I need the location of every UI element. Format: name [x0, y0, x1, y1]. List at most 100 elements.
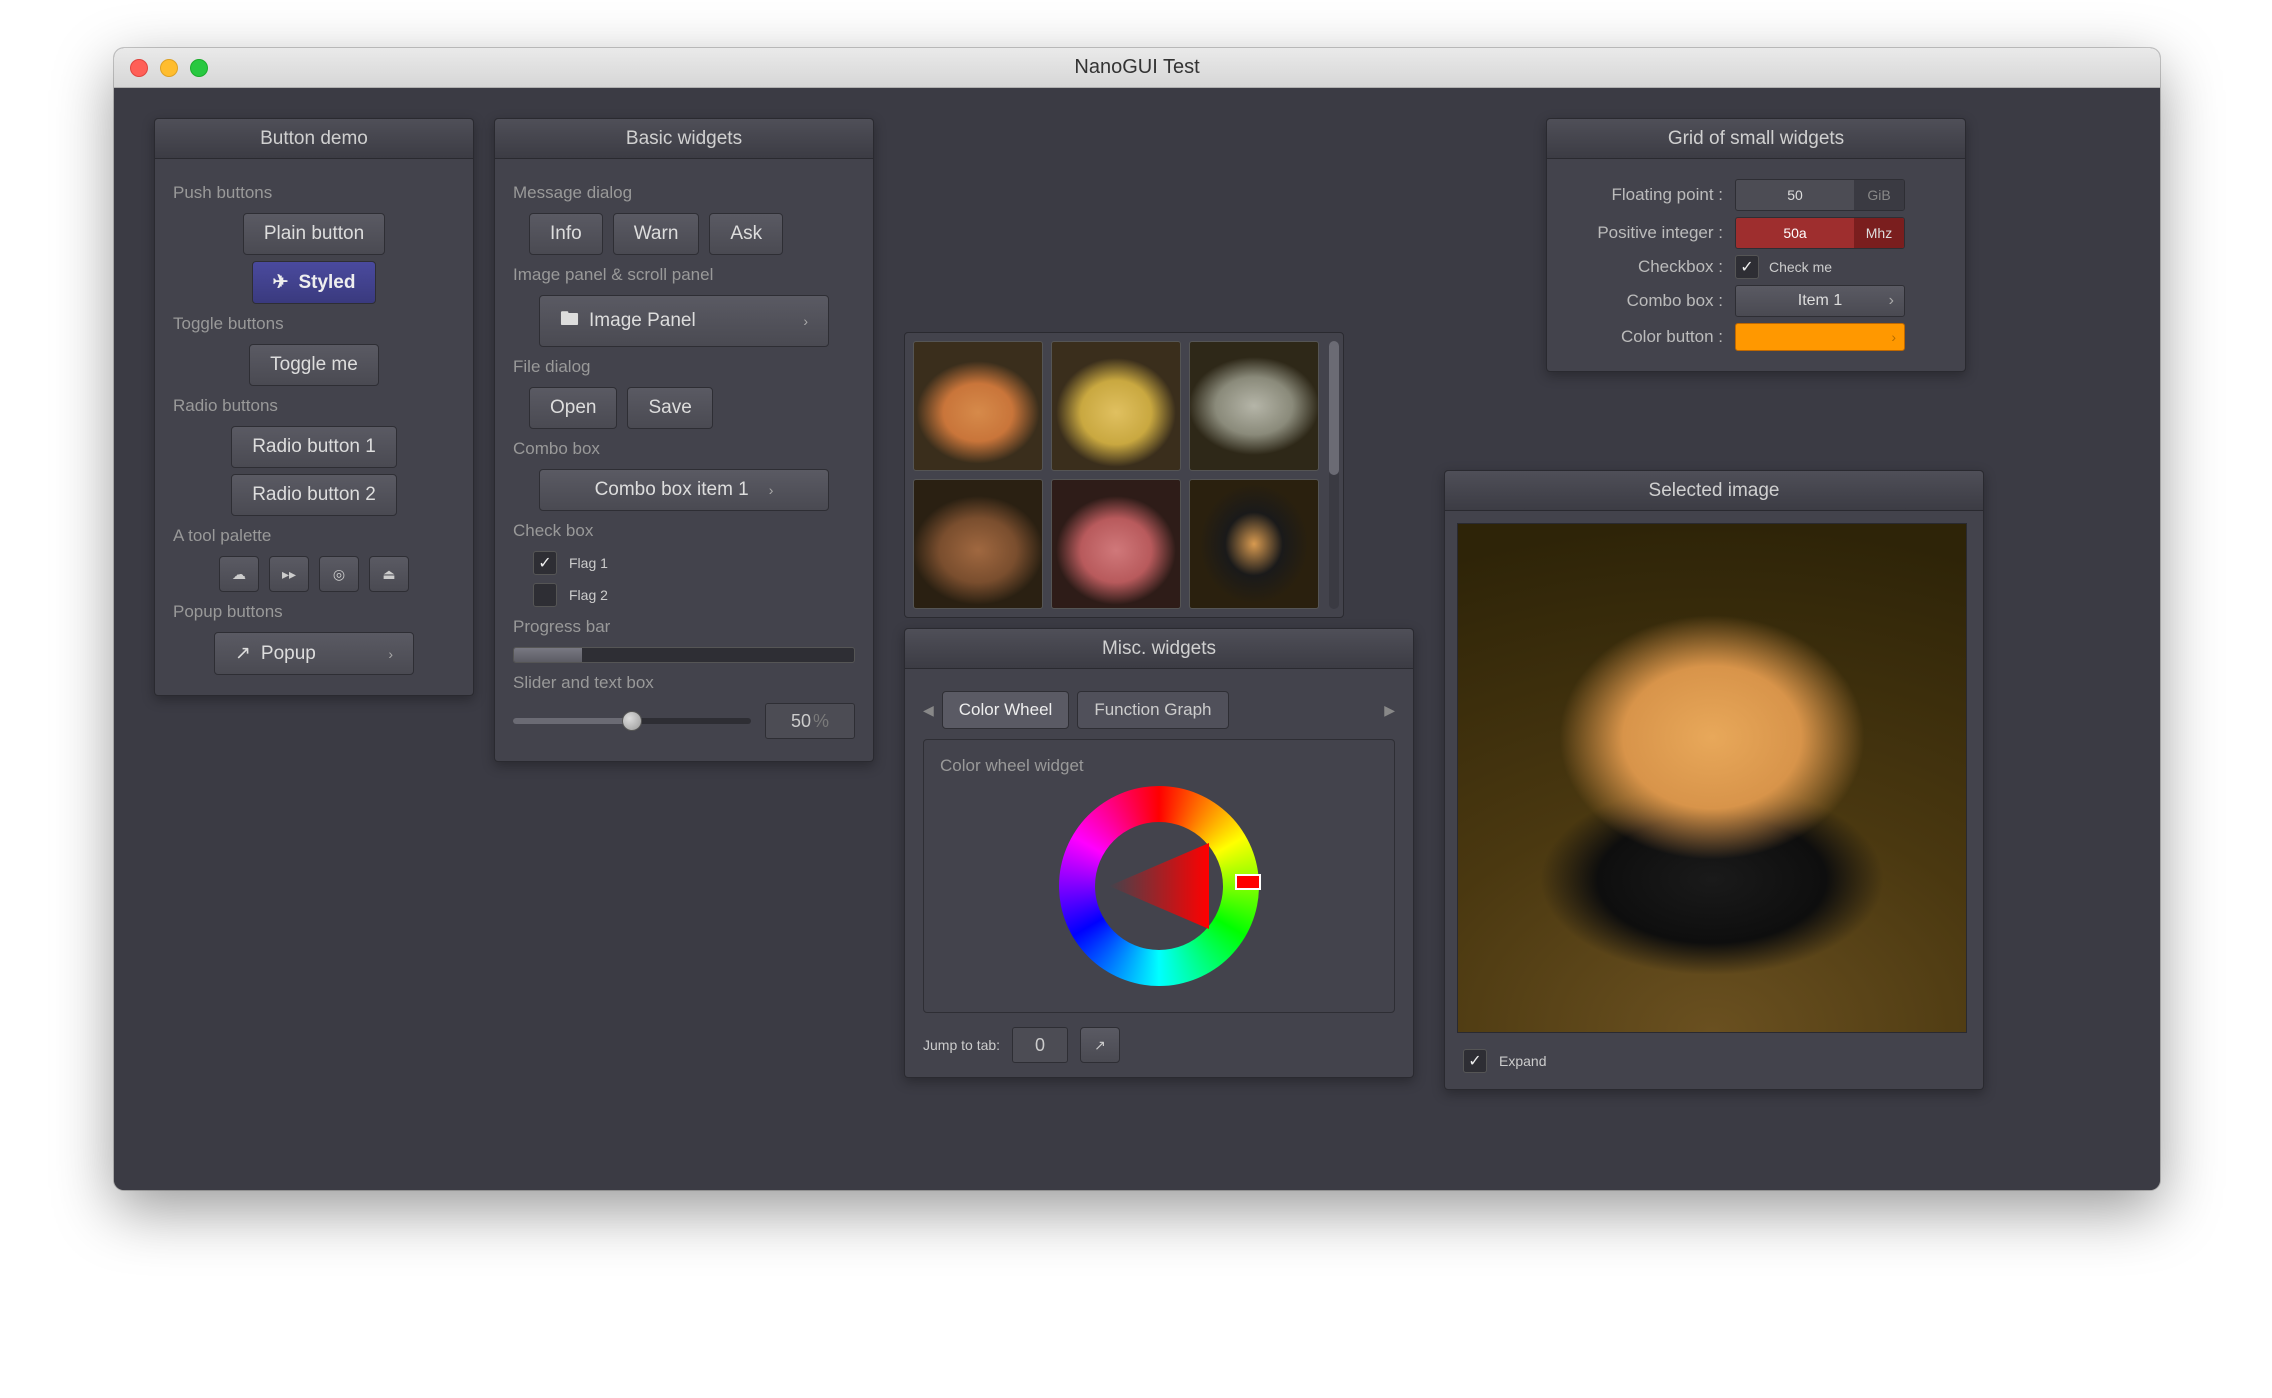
- cloud-icon[interactable]: ☁: [219, 556, 259, 592]
- image-thumbnail[interactable]: [913, 479, 1043, 609]
- expand-checkbox[interactable]: ✓: [1463, 1049, 1487, 1073]
- int-value: 50a: [1736, 218, 1854, 248]
- popup-buttons-label: Popup buttons: [173, 602, 455, 622]
- jump-tab-input[interactable]: 0: [1012, 1027, 1068, 1063]
- panel-title[interactable]: Selected image: [1445, 471, 1983, 511]
- panel-grid-widgets: Grid of small widgets Floating point : 5…: [1546, 118, 1966, 372]
- grid-combo-value: Item 1: [1798, 292, 1842, 310]
- image-panel-label: Image panel & scroll panel: [513, 265, 855, 285]
- progress-bar: [513, 647, 855, 663]
- export-icon: ↗: [235, 642, 251, 665]
- chevron-right-icon: ›: [783, 313, 808, 329]
- checkmark-icon: ✓: [533, 551, 557, 575]
- checkbox-empty-icon: [533, 583, 557, 607]
- image-panel-button[interactable]: 🖿Image Panel›: [539, 295, 829, 347]
- selected-image[interactable]: [1457, 523, 1967, 1033]
- tab-function-graph[interactable]: Function Graph: [1077, 691, 1228, 729]
- progress-fill: [514, 648, 582, 662]
- grid-checkbox[interactable]: ✓: [1735, 255, 1759, 279]
- popup-button[interactable]: ↗Popup›: [214, 632, 414, 675]
- image-thumbnail[interactable]: [1051, 479, 1181, 609]
- jump-tab-value: 0: [1035, 1035, 1045, 1056]
- image-thumbnail[interactable]: [1051, 341, 1181, 471]
- color-wheel-label: Color wheel widget: [940, 756, 1378, 776]
- image-popup: [904, 332, 1344, 618]
- info-button[interactable]: Info: [529, 213, 603, 255]
- int-unit: Mhz: [1854, 218, 1904, 248]
- checkbox-label: Checkbox :: [1565, 257, 1735, 277]
- tool-palette-label: A tool palette: [173, 526, 455, 546]
- combo-box-value: Combo box item 1: [595, 479, 749, 501]
- grid-combo[interactable]: Item 1: [1735, 285, 1905, 317]
- slider-value: 50: [791, 711, 811, 732]
- jump-go-button[interactable]: ↗: [1080, 1027, 1120, 1063]
- float-input[interactable]: 50GiB: [1735, 179, 1905, 211]
- file-dialog-label: File dialog: [513, 357, 855, 377]
- slider[interactable]: [513, 718, 751, 724]
- int-input[interactable]: 50aMhz: [1735, 217, 1905, 249]
- image-panel-button-label: Image Panel: [589, 310, 696, 332]
- int-label: Positive integer :: [1565, 223, 1735, 243]
- checkbox-flag1[interactable]: ✓ Flag 1: [533, 551, 855, 575]
- flag1-label: Flag 1: [569, 555, 608, 571]
- rocket-icon: ✈: [273, 271, 289, 294]
- slider-textbox[interactable]: 50%: [765, 703, 855, 739]
- warn-button[interactable]: Warn: [613, 213, 700, 255]
- float-unit: GiB: [1854, 180, 1904, 210]
- color-label: Color button :: [1565, 327, 1735, 347]
- image-thumbnail[interactable]: [913, 341, 1043, 471]
- scrollbar[interactable]: [1329, 341, 1339, 609]
- push-buttons-label: Push buttons: [173, 183, 455, 203]
- toggle-button[interactable]: Toggle me: [249, 344, 379, 386]
- tab-arrow-left-icon[interactable]: ◀: [923, 702, 934, 719]
- combo-box-label: Combo box: [513, 439, 855, 459]
- app-window: NanoGUI Test Button demo Push buttons Pl…: [114, 48, 2160, 1190]
- color-triangle[interactable]: [1109, 843, 1209, 929]
- slider-unit: %: [813, 711, 829, 732]
- content-area: Button demo Push buttons Plain button ✈S…: [114, 88, 2160, 1190]
- slider-label: Slider and text box: [513, 673, 855, 693]
- color-button[interactable]: ›: [1735, 323, 1905, 351]
- panel-title[interactable]: Misc. widgets: [905, 629, 1413, 669]
- titlebar[interactable]: NanoGUI Test: [114, 48, 2160, 88]
- slider-fill: [513, 718, 632, 724]
- combo-box[interactable]: Combo box item 1 ›: [539, 469, 829, 511]
- compass-icon[interactable]: ◎: [319, 556, 359, 592]
- window-title: NanoGUI Test: [114, 56, 2160, 79]
- message-dialog-label: Message dialog: [513, 183, 855, 203]
- image-thumbnail[interactable]: [1189, 479, 1319, 609]
- styled-button[interactable]: ✈Styled: [252, 261, 377, 304]
- fast-forward-icon[interactable]: ▸▸: [269, 556, 309, 592]
- panel-title[interactable]: Button demo: [155, 119, 473, 159]
- check-box-label: Check box: [513, 521, 855, 541]
- open-button[interactable]: Open: [529, 387, 617, 429]
- float-value: 50: [1736, 180, 1854, 210]
- radio-button-2[interactable]: Radio button 2: [231, 474, 397, 516]
- color-wheel-marker[interactable]: [1235, 874, 1261, 890]
- grid-checkbox-text: Check me: [1769, 259, 1832, 275]
- chevron-right-icon: ›: [368, 646, 393, 662]
- color-wheel[interactable]: [1059, 786, 1259, 986]
- plain-button[interactable]: Plain button: [243, 213, 385, 255]
- scrollbar-thumb[interactable]: [1329, 341, 1339, 475]
- tab-color-wheel[interactable]: Color Wheel: [942, 691, 1070, 729]
- ask-button[interactable]: Ask: [709, 213, 783, 255]
- panel-title[interactable]: Grid of small widgets: [1547, 119, 1965, 159]
- install-icon[interactable]: ⏏: [369, 556, 409, 592]
- panel-button-demo: Button demo Push buttons Plain button ✈S…: [154, 118, 474, 696]
- slider-knob[interactable]: [622, 711, 642, 731]
- combo-label: Combo box :: [1565, 291, 1735, 311]
- save-button[interactable]: Save: [627, 387, 712, 429]
- checkbox-flag2[interactable]: Flag 2: [533, 583, 855, 607]
- progress-bar-label: Progress bar: [513, 617, 855, 637]
- flag2-label: Flag 2: [569, 587, 608, 603]
- panel-basic-widgets: Basic widgets Message dialog Info Warn A…: [494, 118, 874, 762]
- tab-arrow-right-icon[interactable]: ▶: [1384, 702, 1395, 719]
- radio-button-1[interactable]: Radio button 1: [231, 426, 397, 468]
- chevron-right-icon: ›: [769, 482, 774, 498]
- image-thumbnail[interactable]: [1189, 341, 1319, 471]
- float-label: Floating point :: [1565, 185, 1735, 205]
- panel-title[interactable]: Basic widgets: [495, 119, 873, 159]
- jump-to-tab-label: Jump to tab:: [923, 1037, 1000, 1053]
- panel-misc-widgets: Misc. widgets ◀ Color Wheel Function Gra…: [904, 628, 1414, 1078]
